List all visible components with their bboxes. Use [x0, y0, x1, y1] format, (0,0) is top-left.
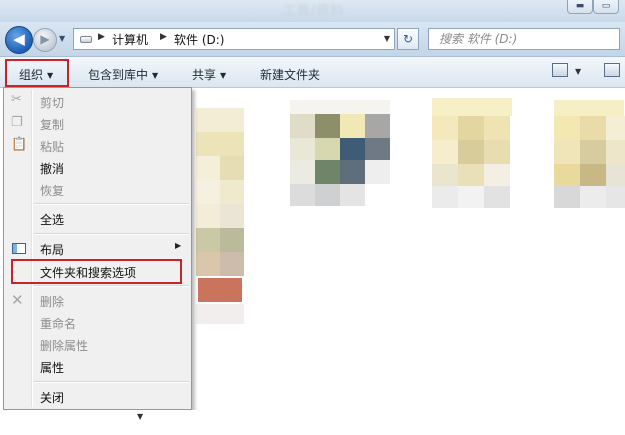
address-bar[interactable]: ▶ 计算机 ▶ 软件 (D:) ▼	[73, 28, 395, 50]
menu-item-close[interactable]: 关闭	[40, 389, 64, 406]
folder-thumbnail	[554, 100, 625, 208]
maximize-button[interactable]: ▭	[593, 0, 619, 14]
menu-item-properties[interactable]: 属性	[40, 359, 64, 376]
breadcrumb-computer[interactable]: 计算机	[112, 31, 148, 48]
change-view-icon[interactable]	[552, 63, 568, 77]
copy-icon: ❐	[11, 115, 23, 130]
minimize-button[interactable]: ▬	[567, 0, 593, 14]
scroll-down-icon[interactable]: ▼	[137, 412, 143, 421]
address-dropdown-icon[interactable]: ▼	[384, 34, 390, 43]
back-button[interactable]: ◀	[5, 26, 33, 54]
menu-separator	[34, 203, 189, 205]
menu-item-undo[interactable]: 撤消	[40, 160, 64, 177]
breadcrumb-separator-icon[interactable]: ▶	[98, 32, 105, 42]
menu-item-layout[interactable]: 布局	[40, 241, 64, 258]
include-in-library-label: 包含到库中	[88, 68, 149, 82]
delete-x-icon: ✕	[11, 291, 24, 309]
menu-separator	[34, 381, 189, 383]
folder-options-highlight-box	[11, 259, 182, 284]
command-bar: 组织 ▼ 包含到库中 ▼ 共享 ▼ 新建文件夹	[0, 57, 625, 88]
forward-button[interactable]: ▶	[33, 28, 57, 52]
title-bar: 工具/原料 ▬ ▭	[0, 0, 625, 22]
include-in-library-button[interactable]: 包含到库中 ▼	[88, 66, 158, 83]
submenu-arrow-icon: ▶	[175, 241, 182, 250]
folder-thumbnail	[290, 100, 390, 206]
drive-icon	[80, 36, 92, 43]
menu-item-rename[interactable]: 重命名	[40, 315, 76, 332]
organize-menu: ✂ 剪切 ❐ 复制 📋 粘贴 撤消 恢复 全选 布局 ▶ 文件夹和搜索选项 ✕ …	[3, 87, 192, 410]
minimize-icon: ▬	[575, 1, 585, 11]
recent-pages-dropdown[interactable]: ▼	[59, 34, 65, 43]
refresh-button[interactable]: ↻	[397, 28, 419, 50]
menu-item-remove-properties[interactable]: 删除属性	[40, 337, 88, 354]
search-input[interactable]	[429, 29, 619, 49]
menu-item-copy[interactable]: 复制	[40, 116, 64, 133]
chevron-down-icon: ▼	[220, 71, 227, 80]
breadcrumb-separator-icon[interactable]: ▶	[160, 32, 167, 42]
address-toolbar: ◀ ▶ ▼ ▶ 计算机 ▶ 软件 (D:) ▼ ↻	[0, 22, 625, 57]
folder-thumbnail	[432, 98, 512, 208]
breadcrumb-drive-d[interactable]: 软件 (D:)	[174, 31, 224, 48]
organize-highlight-box	[5, 59, 69, 87]
menu-item-cut[interactable]: 剪切	[40, 94, 64, 111]
chevron-down-icon: ▼	[152, 71, 159, 80]
menu-separator	[34, 285, 189, 287]
menu-item-redo[interactable]: 恢复	[40, 182, 64, 199]
maximize-icon: ▭	[601, 1, 611, 11]
view-dropdown-icon[interactable]: ▼	[575, 67, 581, 76]
share-label: 共享	[192, 68, 217, 82]
menu-item-select-all[interactable]: 全选	[40, 211, 64, 228]
share-button[interactable]: 共享 ▼	[192, 66, 226, 83]
new-folder-button[interactable]: 新建文件夹	[260, 66, 320, 83]
folder-thumbnail	[196, 108, 244, 324]
details-pane-strip	[0, 410, 625, 435]
back-arrow-icon: ◀	[13, 30, 25, 48]
window-title: 工具/原料	[283, 4, 345, 19]
forward-arrow-icon: ▶	[40, 32, 50, 46]
refresh-icon: ↻	[402, 32, 414, 46]
menu-item-paste[interactable]: 粘贴	[40, 138, 64, 155]
scissors-icon: ✂	[11, 92, 22, 107]
menu-gutter	[31, 90, 33, 407]
clipboard-icon: 📋	[11, 137, 28, 152]
preview-pane-icon[interactable]	[604, 63, 620, 77]
layout-pane-icon	[12, 243, 26, 254]
menu-item-delete[interactable]: 删除	[40, 293, 64, 310]
search-box[interactable]	[428, 28, 620, 50]
menu-separator	[34, 233, 189, 235]
